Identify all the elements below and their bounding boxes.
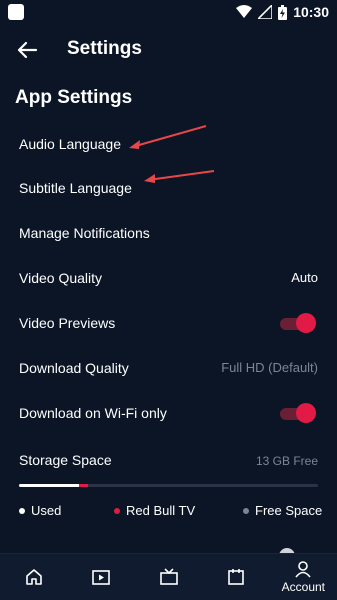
video-library-icon — [92, 570, 110, 585]
tv-icon — [159, 568, 178, 585]
storage-bar — [19, 484, 318, 487]
subtitle-language-label: Subtitle Language — [19, 179, 132, 196]
legend-used: Used — [19, 503, 61, 518]
video-previews-label: Video Previews — [19, 314, 116, 331]
download-wifi-only-row: Download on Wi-Fi only — [0, 390, 337, 435]
download-quality-value: Full HD (Default) — [221, 360, 318, 375]
nav-calendar[interactable] — [202, 554, 269, 600]
legend-used-label: Used — [31, 503, 62, 518]
storage-space-label: Storage Space — [19, 452, 112, 468]
nav-account[interactable]: Account — [270, 554, 337, 600]
nav-home[interactable] — [0, 554, 67, 600]
storage-space-value: 13 GB Free — [255, 454, 318, 468]
download-quality-label: Download Quality — [19, 359, 129, 376]
subtitle-language-row[interactable]: Subtitle Language — [0, 165, 337, 210]
legend-free-label: Free Space — [255, 503, 323, 518]
nav-live-tv[interactable] — [135, 554, 202, 600]
storage-legend: Used Red Bull TV Free Space — [0, 503, 337, 523]
video-quality-row[interactable]: Video Quality Auto — [0, 255, 337, 300]
toggle-knob — [296, 312, 316, 333]
home-icon — [25, 569, 42, 585]
bottom-nav: Account — [0, 553, 337, 600]
video-previews-row: Video Previews — [0, 300, 337, 345]
legend-dot-redbull — [114, 507, 120, 514]
storage-bar-redbull — [78, 484, 88, 487]
account-icon — [295, 561, 311, 578]
manage-notifications-label: Manage Notifications — [19, 224, 150, 241]
storage-bar-used — [19, 484, 79, 487]
nav-account-label: Account — [281, 580, 325, 594]
download-wifi-only-toggle[interactable] — [280, 402, 316, 423]
legend-free: Free Space — [243, 503, 322, 518]
download-quality-row[interactable]: Download Quality Full HD (Default) — [0, 345, 337, 390]
legend-redbull-label: Red Bull TV — [126, 503, 196, 518]
video-quality-label: Video Quality — [19, 269, 103, 286]
annotation-arrow-audio — [129, 125, 207, 149]
video-previews-toggle[interactable] — [280, 312, 316, 333]
nav-videos[interactable] — [67, 554, 134, 600]
manage-notifications-row[interactable]: Manage Notifications — [0, 210, 337, 255]
legend-dot-free — [243, 507, 249, 514]
toggle-knob — [296, 402, 316, 423]
download-wifi-only-label: Download on Wi-Fi only — [19, 404, 167, 421]
calendar-icon — [228, 569, 244, 585]
video-quality-value: Auto — [291, 270, 318, 285]
legend-redbull: Red Bull TV — [114, 503, 195, 518]
legend-dot-used — [19, 507, 25, 514]
